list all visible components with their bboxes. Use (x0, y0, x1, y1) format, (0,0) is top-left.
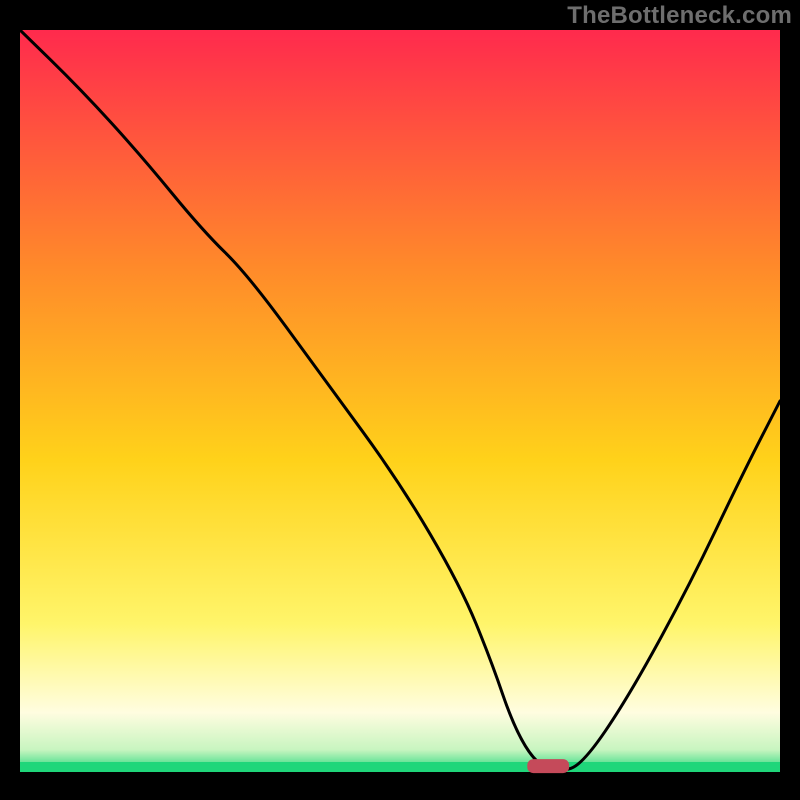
chart-svg (20, 30, 780, 780)
watermark-text: TheBottleneck.com (567, 2, 792, 30)
chart-frame: TheBottleneck.com (0, 0, 800, 800)
optimal-marker (527, 759, 569, 773)
plot-area (20, 30, 780, 780)
gradient-background (20, 30, 780, 772)
green-baseline-band (20, 762, 780, 772)
